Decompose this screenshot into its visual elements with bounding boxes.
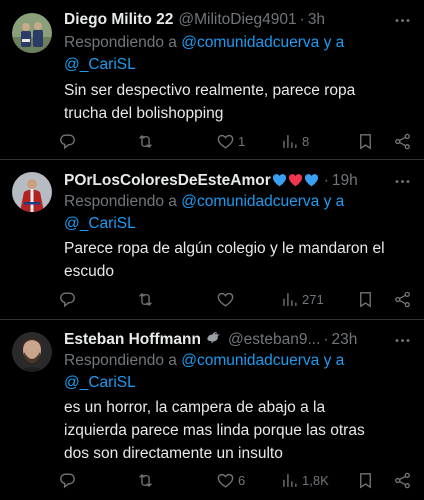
views-icon [280,290,299,309]
mention-link[interactable]: @comunidadcuerva [181,34,319,51]
retweet-button[interactable] [136,290,158,309]
reply-icon [58,290,77,309]
views-count: 271 [302,291,324,307]
like-button[interactable]: 1 [216,132,245,151]
tweet-header: POrLosColoresDeEsteAmor · 19h [64,170,412,192]
reply-button[interactable] [58,290,80,309]
reply-button[interactable] [58,471,80,490]
red-heart-icon [288,173,303,190]
bookmark-button[interactable] [356,290,375,309]
mention-link[interactable]: @comunidadcuerva [181,352,319,369]
like-button[interactable] [216,290,238,309]
action-bar: 1 8 [58,129,412,153]
bookmark-icon [356,471,375,490]
replying-to: Respondiendo a @comunidadcuerva y a @_Ca… [64,32,412,76]
blue-heart-icon [304,173,319,190]
separator-dot: · [323,331,329,348]
retweet-button[interactable] [136,471,158,490]
tweet-item[interactable]: POrLosColoresDeEsteAmor · 19h Respondien… [0,160,424,320]
timestamp[interactable]: 19h [332,172,358,190]
tweet-item[interactable]: Diego Milito 22 @MilitoDieg4901 · 3h Res… [0,0,424,160]
retweet-icon [136,132,155,151]
tweet-header: Diego Milito 22 @MilitoDieg4901 · 3h [64,9,412,31]
tweet-text-line: es un horror, la campera de abajo a la [64,399,326,416]
user-handle[interactable]: @MilitoDieg4901 [178,11,296,29]
replying-prefix: Respondiendo a [64,193,177,210]
like-count: 6 [238,472,246,488]
views-icon [280,132,299,151]
share-button[interactable] [393,290,412,309]
tweet-item[interactable]: Esteban Hoffmann @esteban9... · 23h Resp… [0,320,424,500]
views-button[interactable]: 271 [280,290,324,309]
replying-prefix: Respondiendo a [64,34,177,51]
bookmark-button[interactable] [356,471,375,490]
tweet-text-line: trucha del bolishopping [64,105,224,122]
mention-link[interactable]: @_CariSL [64,56,136,73]
more-icon[interactable] [392,329,412,351]
tweet-text-line: Parece ropa de algún colegio y le mandar… [64,240,385,257]
share-button[interactable] [393,471,412,490]
share-button[interactable] [393,132,412,151]
tweet-text: Parece ropa de algún colegio y le mandar… [64,237,410,283]
separator-dot: · [299,11,305,28]
display-name[interactable]: Diego Milito 22 [64,11,173,29]
tweet-text: Sin ser despectivo realmente, parece rop… [64,79,410,125]
mention-conjunction: y a [323,352,345,369]
bookmark-icon [356,132,375,151]
share-icon [393,290,412,309]
more-icon[interactable] [392,9,412,31]
separator-dot: · [323,172,329,189]
retweet-icon [136,290,155,309]
reply-icon [58,471,77,490]
avatar[interactable] [12,332,52,372]
like-icon [216,290,235,309]
share-icon [393,471,412,490]
like-icon [216,471,235,490]
like-button[interactable]: 6 [216,471,245,490]
mention-conjunction: y a [323,193,345,210]
user-handle[interactable]: @esteban9... [228,331,320,349]
more-icon[interactable] [392,170,412,192]
bookmark-icon [356,290,375,309]
mention-link[interactable]: @_CariSL [64,215,136,232]
like-count: 1 [238,133,246,149]
avatar[interactable] [12,13,52,53]
display-name[interactable]: Esteban Hoffmann [64,331,201,349]
replying-to: Respondiendo a @comunidadcuerva y a @_Ca… [64,350,412,394]
reply-icon [58,132,77,151]
reply-button[interactable] [58,132,80,151]
replying-to: Respondiendo a @comunidadcuerva y a @_Ca… [64,191,412,235]
views-count: 8 [302,133,310,149]
tweet-text-line: escudo [64,263,114,280]
tweet-text: es un horror, la campera de abajo a la i… [64,396,410,465]
bookmark-button[interactable] [356,132,375,151]
views-icon [280,471,299,490]
action-bar: 6 1,8K [58,468,412,492]
tweet-text-line: Sin ser despectivo realmente, parece rop… [64,82,356,99]
share-icon [393,132,412,151]
mention-link[interactable]: @comunidadcuerva [181,193,319,210]
views-button[interactable]: 1,8K [280,471,329,490]
tweet-text-line: izquierda parece mas linda porque las ot… [64,422,365,439]
timestamp[interactable]: 23h [332,331,358,349]
mention-conjunction: y a [323,34,345,51]
tweet-text-line: dos son directamente un insulto [64,445,283,462]
avatar[interactable] [12,172,52,212]
like-icon [216,132,235,151]
views-button[interactable]: 8 [280,132,309,151]
action-bar: 271 [58,287,412,311]
views-count: 1,8K [302,472,329,488]
replying-prefix: Respondiendo a [64,352,177,369]
mention-link[interactable]: @_CariSL [64,374,136,391]
pigeon-icon [205,330,223,350]
blue-heart-icon [272,173,287,190]
retweet-icon [136,471,155,490]
retweet-button[interactable] [136,132,158,151]
display-name[interactable]: POrLosColoresDeEsteAmor [64,172,271,190]
tweet-header: Esteban Hoffmann @esteban9... · 23h [64,329,412,351]
timestamp[interactable]: 3h [308,11,325,29]
